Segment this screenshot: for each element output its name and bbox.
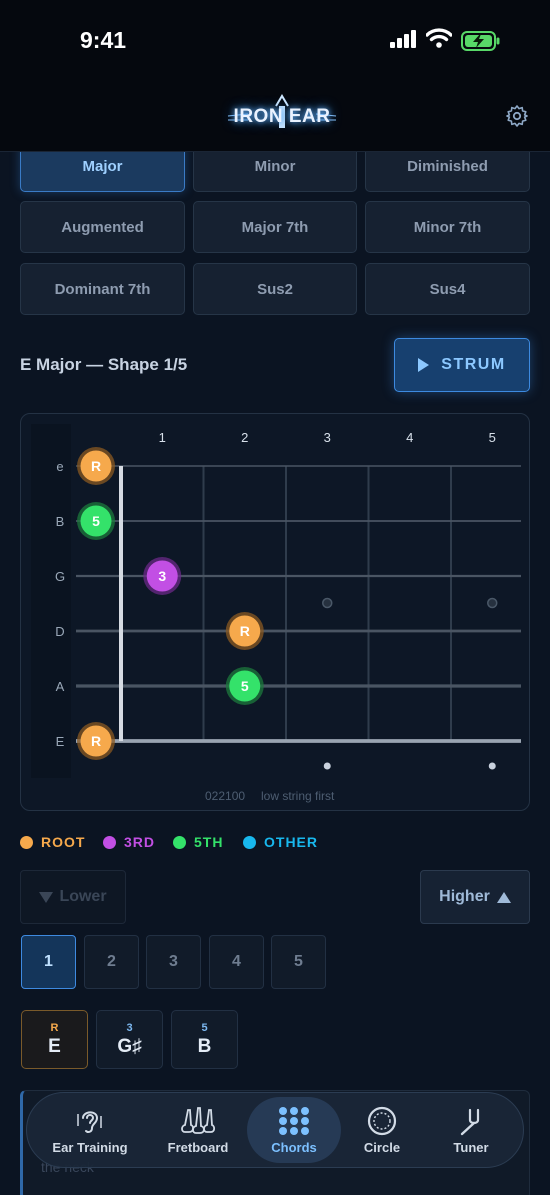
strum-button[interactable]: STRUM (394, 338, 530, 392)
legend-fifth: 5TH (173, 833, 223, 851)
shape-title: E Major — Shape 1/5 (20, 355, 188, 374)
ear-icon (77, 1111, 102, 1133)
legend-root: ROOT (20, 833, 85, 851)
chord-type-major-7th[interactable]: Major 7th (193, 201, 357, 253)
chord-note-degree: 3 (126, 1021, 133, 1034)
circle-icon (367, 1106, 397, 1136)
tab-tuner[interactable]: Tuner (440, 1097, 502, 1163)
legend-third: 3RD (103, 833, 155, 851)
legend-other: OTHER (243, 833, 318, 851)
string-label: e (56, 459, 63, 474)
settings-gear-icon-overlay[interactable] (505, 104, 529, 128)
string-label: D (55, 624, 64, 639)
play-icon (418, 358, 430, 372)
note-label: R (240, 623, 250, 639)
chord-note-degree: 5 (201, 1021, 208, 1034)
legend-root-label: ROOT (41, 834, 86, 850)
shape-button-4[interactable]: 4 (209, 935, 264, 989)
grid-dots-icon (279, 1107, 309, 1135)
string-label-column (31, 424, 71, 778)
chord-type-sus4[interactable]: Sus4 (365, 263, 530, 315)
chord-note-degree: R (50, 1021, 59, 1034)
fret-number: 5 (489, 430, 496, 445)
chord-note-name: E (48, 1035, 61, 1057)
tab-ear-training[interactable]: Ear Training (40, 1097, 140, 1163)
fret-number: 1 (159, 430, 166, 445)
triangle-up-icon (496, 891, 511, 903)
shape-button-3[interactable]: 3 (146, 935, 201, 989)
string-label: E (56, 734, 65, 749)
higher-label: Higher (439, 888, 490, 905)
fret-marker-dot (488, 762, 496, 770)
lower-label: Lower (59, 888, 107, 905)
app-logo-overlay: IRON EAR (226, 92, 338, 140)
note-label: 5 (92, 513, 100, 529)
logo-text-overlay: IRON EAR (233, 106, 331, 127)
chord-note-root[interactable]: R E (21, 1010, 88, 1069)
note-label: 5 (241, 678, 249, 694)
fret-number: 3 (324, 430, 331, 445)
fingering-code: 022100 (205, 789, 245, 803)
legend-other-dot (243, 835, 256, 849)
tab-circle[interactable]: Circle (352, 1097, 412, 1163)
legend-root-dot (20, 835, 33, 849)
chord-type-dominant-7th[interactable]: Dominant 7th (20, 263, 185, 315)
fretboard-panel: 1 2 3 4 5 e B G D A E R 5 3 R 5 R 022100 low string first (20, 413, 530, 811)
chord-type-augmented[interactable]: Augmented (20, 201, 185, 253)
shape-button-5[interactable]: 5 (271, 935, 326, 989)
shape-button-2[interactable]: 2 (84, 935, 139, 989)
fret-inlay-dot (322, 597, 333, 609)
string-label: G (55, 569, 65, 584)
tab-label: Fretboard (167, 1140, 229, 1155)
chord-note-fifth[interactable]: 5 B (171, 1010, 238, 1069)
fret-number: 2 (241, 430, 248, 445)
chord-note-name: B (197, 1035, 212, 1057)
fret-marker-dot (323, 762, 331, 770)
note-label: 3 (158, 568, 166, 584)
lower-button[interactable]: Lower (20, 870, 126, 924)
fingering-note: low string first (261, 789, 335, 803)
chord-note-name: G♯ (117, 1035, 142, 1057)
legend-other-label: OTHER (264, 834, 318, 850)
tab-fretboard[interactable]: Fretboard (152, 1097, 244, 1163)
battery-charging-icon (461, 31, 500, 51)
higher-button[interactable]: Higher (420, 870, 530, 924)
fretboard-diagram[interactable]: 1 2 3 4 5 e B G D A E R 5 3 R 5 R 022100 low string first (21, 414, 531, 812)
string-label: B (56, 514, 65, 529)
wifi-icon (426, 28, 452, 48)
tab-label: Tuner (453, 1140, 489, 1155)
tab-label: Circle (363, 1140, 401, 1155)
chord-type-minor-7th[interactable]: Minor 7th (365, 201, 530, 253)
note-label: R (91, 733, 101, 749)
chord-type-sus2[interactable]: Sus2 (193, 263, 357, 315)
tuning-fork-icon (460, 1108, 480, 1136)
tab-label: Chords (271, 1140, 317, 1155)
fret-number: 4 (406, 430, 413, 445)
shape-button-1[interactable]: 1 (21, 935, 76, 989)
strum-label: STRUM (441, 356, 506, 373)
signal-icon (390, 30, 416, 48)
legend-fifth-dot (173, 835, 186, 849)
note-label: R (91, 458, 101, 474)
legend-fifth-label: 5TH (194, 834, 224, 850)
tab-label: Ear Training (52, 1140, 128, 1155)
status-time: 9:41 (80, 27, 127, 53)
chord-note-third[interactable]: 3 G♯ (96, 1010, 163, 1069)
guitars-icon (181, 1107, 216, 1134)
legend-third-dot (103, 835, 116, 849)
string-label: A (56, 679, 65, 694)
tab-chords[interactable]: Chords (247, 1097, 341, 1163)
legend-third-label: 3RD (124, 834, 156, 850)
triangle-down-icon (39, 891, 54, 903)
fret-inlay-dot (487, 597, 498, 609)
